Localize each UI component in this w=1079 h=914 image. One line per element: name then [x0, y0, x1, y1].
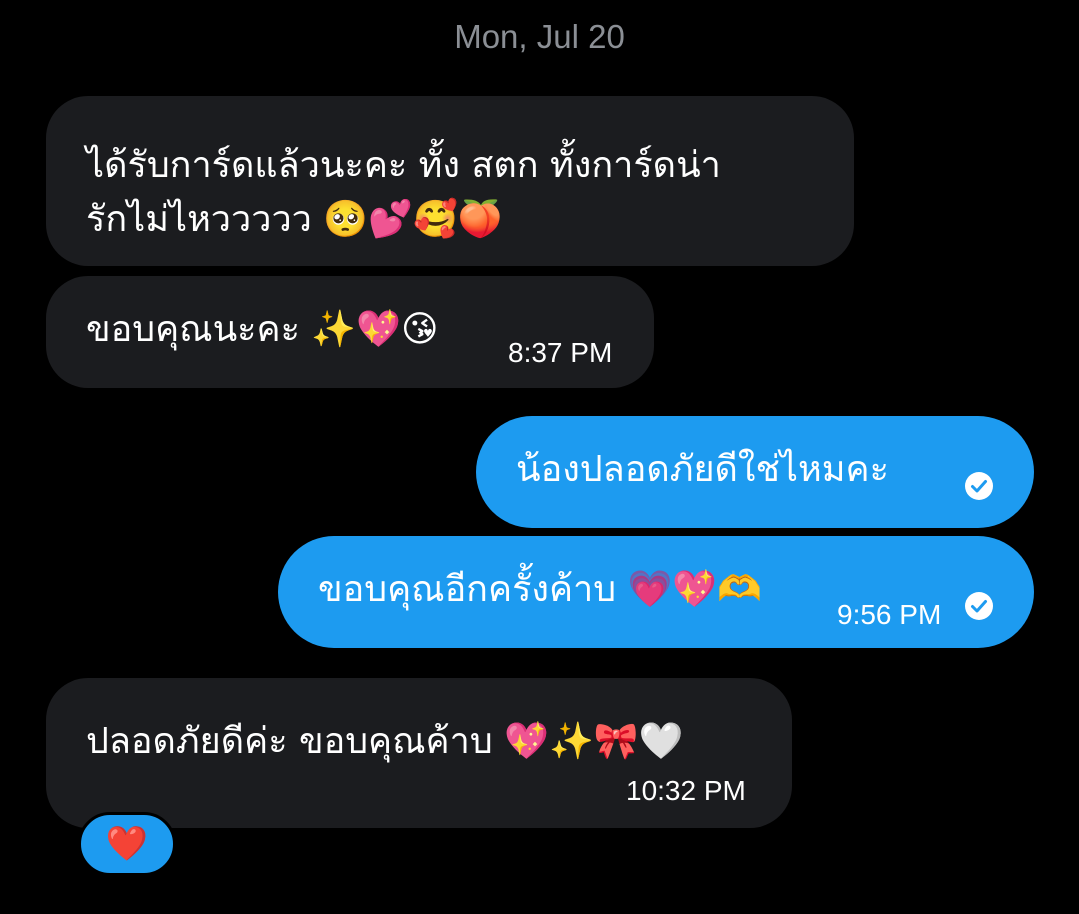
message-text: ขอบคุณนะคะ ✨💖😘 — [86, 309, 439, 350]
message-timestamp: 8:37 PM — [508, 337, 613, 368]
check-circle-icon — [965, 592, 993, 620]
message-bubble-outgoing[interactable]: ขอบคุณอีกครั้งค้าบ 💗💖🫶 9:56 PM — [278, 536, 1034, 648]
message-timestamp: 9:56 PM — [837, 599, 942, 630]
message-bubble-outgoing[interactable]: น้องปลอดภัยดีใช่ไหมคะ — [476, 416, 1034, 528]
reaction-badge[interactable]: ❤️ — [78, 812, 176, 876]
message-bubble-incoming[interactable]: ปลอดภัยดีค่ะ ขอบคุณค้าบ 💖✨🎀🤍 10:32 PM — [46, 678, 792, 828]
date-separator: Mon, Jul 20 — [454, 18, 625, 55]
message-timestamp: 10:32 PM — [626, 775, 746, 806]
message-text: ขอบคุณอีกครั้งค้าบ 💗💖🫶 — [318, 569, 763, 610]
message-bubble-incoming[interactable]: ขอบคุณนะคะ ✨💖😘 8:37 PM — [46, 276, 654, 388]
message-text-line: รักไม่ไหววววว 🥺💕🥰🍑 — [86, 199, 503, 240]
message-bubble-incoming[interactable]: ได้รับการ์ดแล้วนะคะ ทั้ง สตก ทั้งการ์ดน่… — [46, 96, 854, 266]
message-text: น้องปลอดภัยดีใช่ไหมคะ — [516, 449, 889, 490]
message-text: ปลอดภัยดีค่ะ ขอบคุณค้าบ 💖✨🎀🤍 — [86, 721, 684, 762]
heart-reaction-icon: ❤️ — [105, 824, 149, 864]
message-text-line: ได้รับการ์ดแล้วนะคะ ทั้ง สตก ทั้งการ์ดน่… — [86, 145, 721, 186]
check-circle-icon — [965, 472, 993, 500]
